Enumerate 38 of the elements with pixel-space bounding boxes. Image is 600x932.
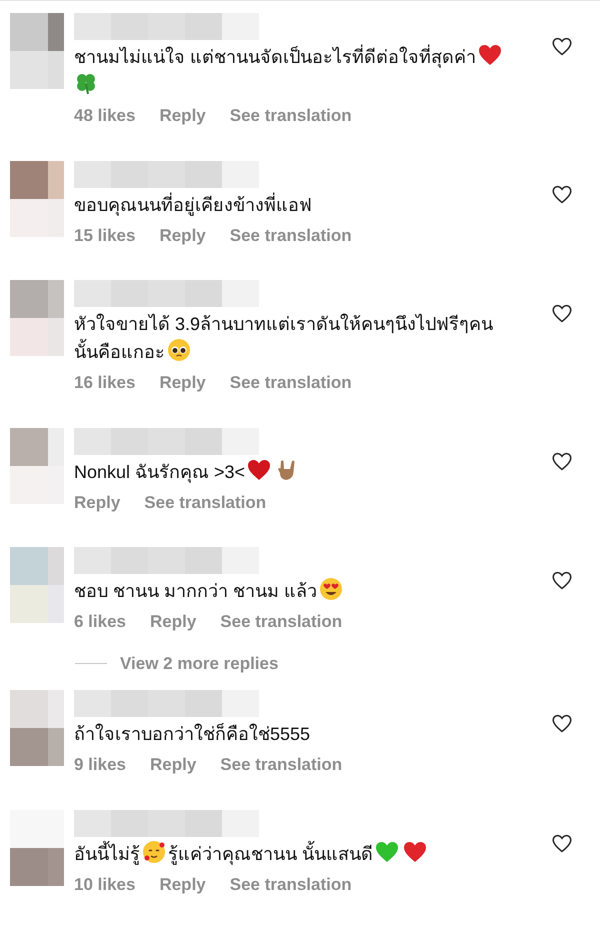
likes-count: 48 likes (74, 105, 136, 127)
reply-button[interactable]: Reply (74, 490, 120, 515)
likes-count: 10 likes (74, 874, 136, 896)
like-icon[interactable] (552, 37, 572, 56)
reply-button[interactable]: Reply (159, 103, 206, 128)
likes-count: 15 likes (74, 224, 136, 246)
reply-button[interactable]: Reply (159, 222, 206, 248)
likes-count: 9 likes (74, 754, 126, 776)
see-translation-button[interactable]: See translation (230, 222, 352, 248)
like-icon[interactable] (552, 184, 572, 204)
likes-count: 16 likes (74, 372, 136, 394)
like-icon[interactable] (552, 834, 572, 852)
see-translation-button[interactable]: See translation (220, 609, 342, 634)
comment-text: ชานมไม่แน่ใจ แต่ชานนจัดเป็นอะไรที่ดีต่อใจที่สุดค่า (74, 47, 476, 67)
reply-button[interactable]: Reply (150, 609, 196, 634)
reply-button[interactable]: Reply (159, 872, 206, 897)
smiling-hearts-face-icon (142, 840, 166, 864)
see-translation-button[interactable]: See translation (220, 752, 342, 778)
like-icon[interactable] (552, 571, 572, 590)
likes-count: 6 likes (74, 611, 126, 633)
like-icon[interactable] (552, 714, 572, 733)
like-icon[interactable] (552, 452, 572, 470)
heart-eyes-face-icon (319, 577, 344, 601)
comment-text: ชอบ ชานน มากกว่า ชานม แล้ว (74, 581, 318, 601)
reply-button[interactable]: Reply (159, 370, 206, 396)
comment-text: ขอบคุณนนที่อยู่เคียงข้างพี่แอฟ (74, 194, 312, 214)
see-translation-button[interactable]: See translation (230, 370, 352, 396)
pleading-face-icon (167, 338, 191, 362)
comment-text: Nonkul ฉันรักคุณ >3< (74, 462, 246, 482)
like-icon[interactable] (552, 304, 572, 323)
clover-icon (74, 71, 98, 95)
view-more-replies-button[interactable]: View 2 more replies (120, 650, 278, 676)
reply-button[interactable]: Reply (150, 752, 196, 778)
comment-text: หัวใจขายได้ 3.9ล้านบาทแต่เราดันให้คนๆนึงไปฟรีๆคน (74, 314, 494, 334)
comment-text: ถ้าใจเราบอกว่าใช่ก็คือใช่5555 (74, 724, 310, 744)
see-translation-button[interactable]: See translation (230, 103, 352, 128)
see-translation-button[interactable]: See translation (230, 872, 352, 897)
see-translation-button[interactable]: See translation (144, 490, 266, 515)
